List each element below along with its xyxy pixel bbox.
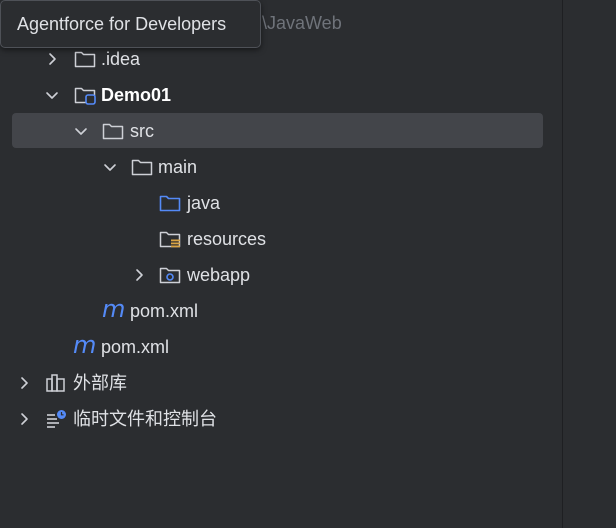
chevron-down-icon[interactable] <box>73 123 89 139</box>
tree-item-label: webapp <box>187 265 251 285</box>
tree-item-external-libraries[interactable]: 外部库 <box>0 365 562 401</box>
tree-item-label: 外部库 <box>73 373 127 393</box>
tree-item-pom-root[interactable]: m pom.xml <box>0 329 562 365</box>
tree-item-label: pom.xml <box>101 337 170 357</box>
tree-item-main[interactable]: main <box>0 149 562 185</box>
tree-item-label: 临时文件和控制台 <box>73 409 217 429</box>
chevron-right-icon[interactable] <box>16 411 32 427</box>
tree-item-label: Demo01 <box>101 85 172 105</box>
project-tool-window: .idea Demo01 src main java resources web… <box>0 0 562 528</box>
project-root-path: \JavaWeb <box>262 13 342 33</box>
tree-item-pom-demo01[interactable]: m pom.xml <box>0 293 562 329</box>
chevron-right-icon[interactable] <box>131 267 147 283</box>
tree-item-label: pom.xml <box>130 301 199 321</box>
scratches-icon <box>47 410 66 428</box>
tree-item-webapp[interactable]: webapp <box>0 257 562 293</box>
tree-item-label: java <box>187 193 221 213</box>
chevron-right-icon[interactable] <box>16 375 32 391</box>
chevron-down-icon[interactable] <box>102 159 118 175</box>
folder-icon <box>102 123 124 140</box>
chevron-right-icon[interactable] <box>44 51 60 67</box>
chevron-down-icon[interactable] <box>44 87 60 103</box>
editor-gutter-edge <box>562 0 616 528</box>
tree-item-java[interactable]: java <box>0 185 562 221</box>
tree-item-label: resources <box>187 229 267 249</box>
tooltip: Agentforce for Developers <box>0 0 261 48</box>
tree-item-demo01[interactable]: Demo01 <box>0 77 562 113</box>
tree-item-scratches-consoles[interactable]: 临时文件和控制台 <box>0 401 562 437</box>
tree-item-resources[interactable]: resources <box>0 221 562 257</box>
tree-item-src[interactable]: src <box>0 113 562 149</box>
library-icon <box>46 374 65 392</box>
folder-icon <box>74 51 96 68</box>
module-folder-icon <box>74 87 96 105</box>
tooltip-text: Agentforce for Developers <box>17 14 227 34</box>
tree-item-label: .idea <box>101 49 141 69</box>
resources-folder-icon <box>159 231 181 248</box>
tree-item-label: main <box>158 157 198 177</box>
folder-icon <box>131 159 153 176</box>
source-folder-icon <box>159 195 181 212</box>
tree-item-label: src <box>130 121 154 141</box>
web-folder-icon <box>159 267 181 284</box>
maven-icon: m <box>73 331 96 359</box>
maven-icon: m <box>102 295 125 323</box>
